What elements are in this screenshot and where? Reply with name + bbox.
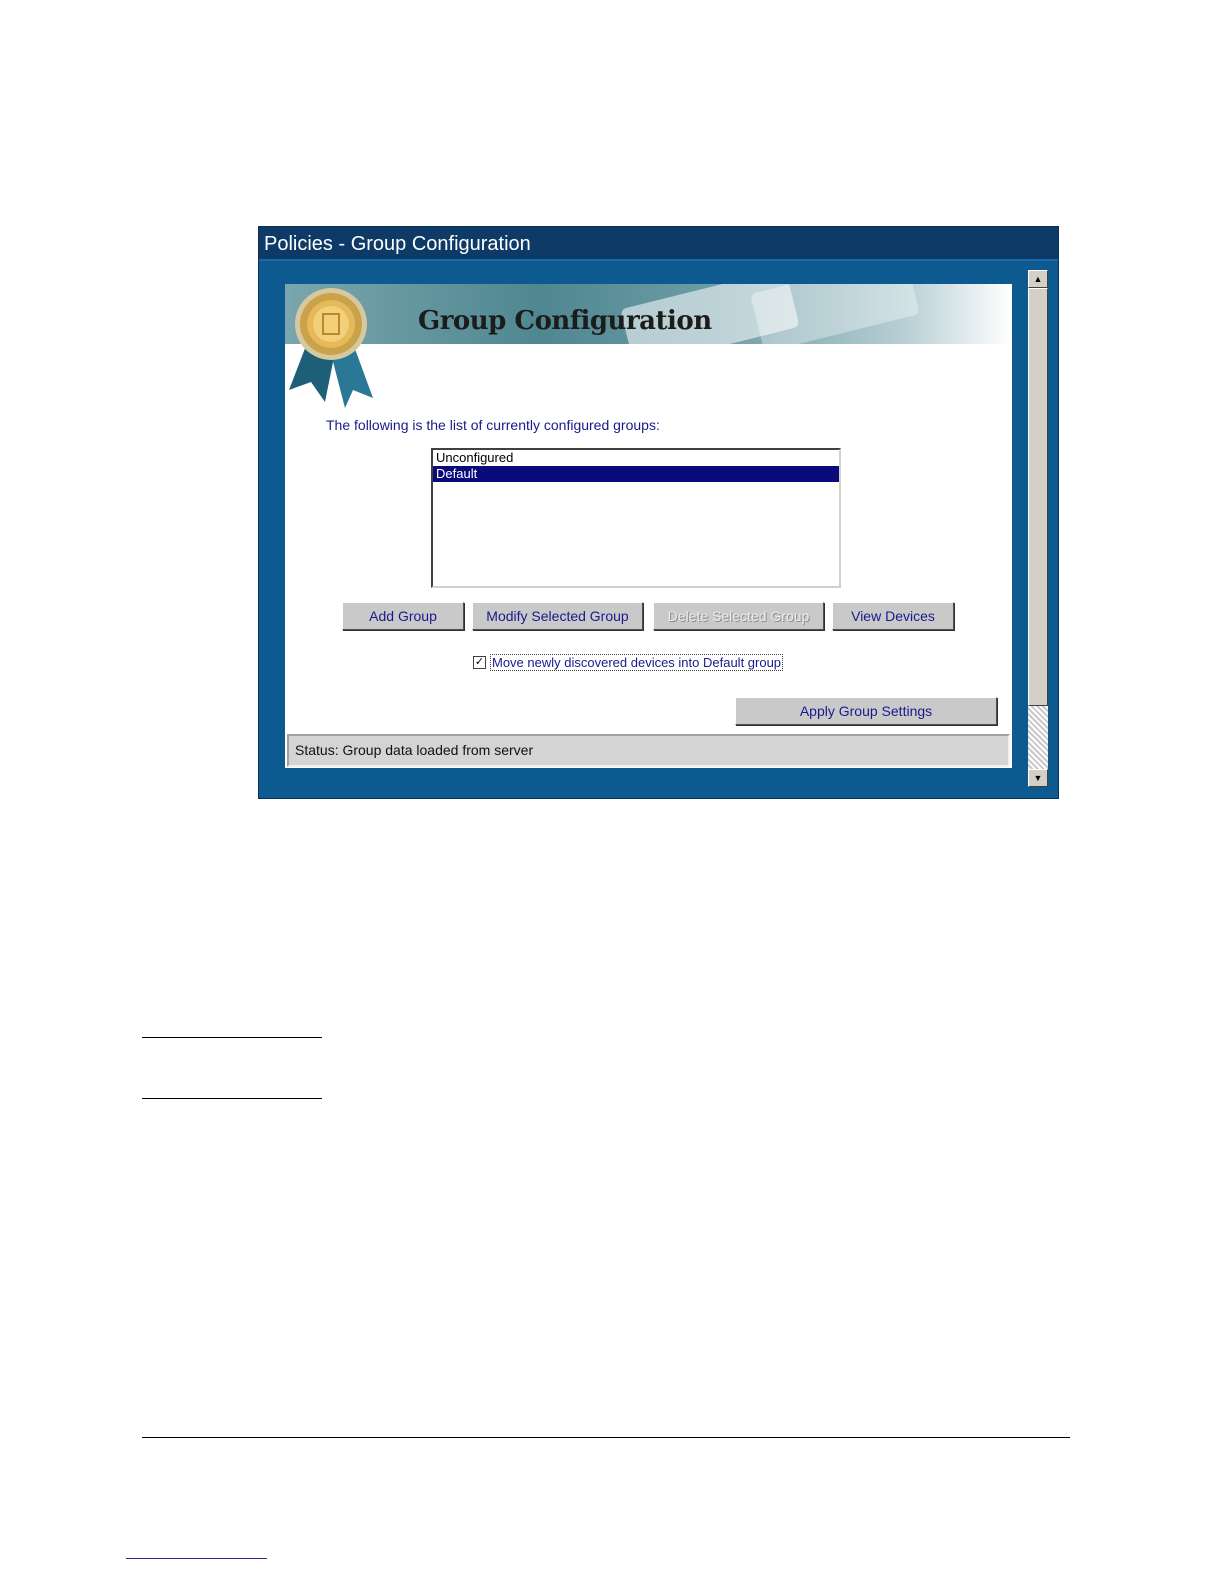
intro-text: The following is the list of currently c…	[326, 417, 660, 433]
scroll-track[interactable]	[1028, 706, 1048, 769]
move-devices-checkbox-label[interactable]: Move newly discovered devices into Defau…	[490, 654, 784, 672]
award-ribbon-icon	[289, 288, 373, 408]
groups-listbox[interactable]: Unconfigured Default	[431, 448, 841, 588]
scroll-down-arrow-icon[interactable]: ▼	[1028, 769, 1048, 787]
list-item-unconfigured[interactable]: Unconfigured	[433, 450, 839, 466]
view-devices-button[interactable]: View Devices	[832, 602, 954, 630]
status-bar: Status: Group data loaded from server	[287, 734, 1010, 767]
add-group-button[interactable]: Add Group	[342, 602, 464, 630]
footer-divider	[142, 1437, 1070, 1438]
footer-link-underline	[126, 1558, 267, 1559]
divider	[142, 1098, 322, 1099]
banner: Group Configuration	[285, 284, 1012, 368]
group-configuration-window: Policies - Group Configuration Group Con…	[258, 226, 1059, 799]
list-item-default[interactable]: Default	[433, 466, 839, 482]
banner-title: Group Configuration	[418, 306, 712, 336]
banner-decoration	[750, 284, 920, 353]
vertical-scrollbar[interactable]: ▲ ▼	[1028, 270, 1048, 787]
divider	[142, 1037, 322, 1038]
scroll-thumb[interactable]	[1028, 288, 1048, 706]
scroll-up-arrow-icon[interactable]: ▲	[1028, 270, 1048, 288]
modify-selected-group-button[interactable]: Modify Selected Group	[472, 602, 643, 630]
delete-selected-group-button[interactable]: Delete Selected Group	[653, 602, 824, 630]
move-devices-checkbox-row[interactable]: ✓ Move newly discovered devices into Defa…	[473, 654, 784, 672]
apply-group-settings-button[interactable]: Apply Group Settings	[735, 697, 997, 725]
move-devices-checkbox[interactable]: ✓	[473, 656, 486, 670]
content-panel: Group Configuration The following is the…	[285, 284, 1012, 768]
window-title: Policies - Group Configuration	[259, 227, 1058, 261]
